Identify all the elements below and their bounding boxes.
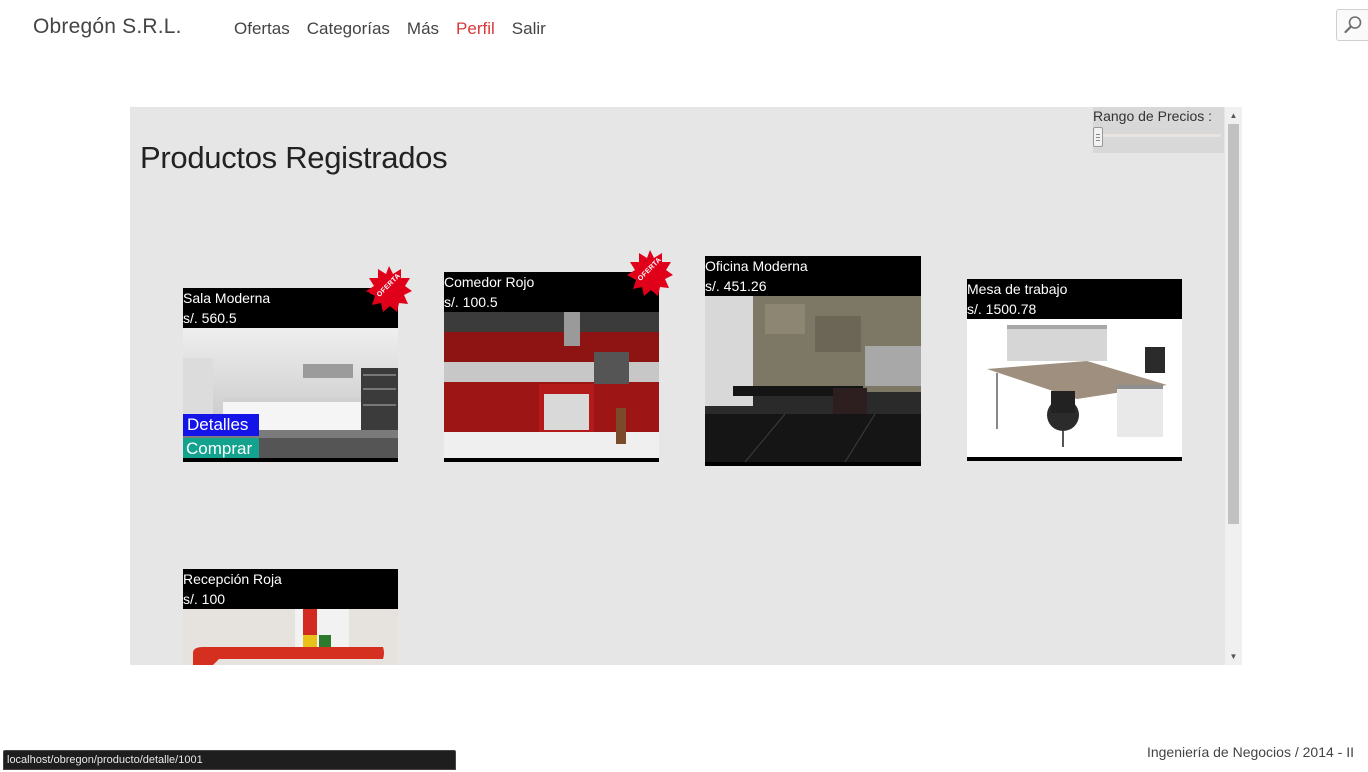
product-name: Mesa de trabajo: [967, 281, 1068, 297]
nav-ofertas[interactable]: Ofertas: [234, 19, 290, 39]
product-name: Oficina Moderna: [705, 258, 808, 274]
scroll-up-arrow-icon[interactable]: ▲: [1225, 107, 1242, 124]
card-footer: [444, 458, 659, 462]
price-range-filter: Rango de Precios :: [1093, 107, 1224, 153]
product-card-recepcion-roja[interactable]: Recepción Roja s/. 100: [183, 569, 398, 665]
products-panel: Productos Registrados Rango de Precios :…: [130, 107, 1242, 665]
nav-perfil[interactable]: Perfil: [456, 19, 495, 39]
product-image[interactable]: [705, 296, 921, 462]
scrollbar-thumb[interactable]: [1228, 124, 1239, 524]
product-image[interactable]: [444, 312, 659, 458]
red-kitchen-image: [444, 312, 659, 458]
product-card-mesa-de-trabajo[interactable]: Mesa de trabajo s/. 1500.78: [967, 279, 1182, 461]
product-header: Oficina Moderna s/. 451.26: [705, 256, 921, 296]
nav-categorias[interactable]: Categorías: [307, 19, 390, 39]
nav-salir[interactable]: Salir: [512, 19, 546, 39]
product-image[interactable]: [183, 609, 398, 665]
oferta-badge: OFERTA: [627, 250, 673, 296]
browser-status-url: localhost/obregon/producto/detalle/1001: [3, 750, 456, 770]
product-header: Recepción Roja s/. 100: [183, 569, 398, 609]
search-button[interactable]: [1336, 9, 1368, 41]
product-card-comedor-rojo[interactable]: Comedor Rojo s/. 100.5 OFERTA: [444, 250, 673, 462]
product-name: Recepción Roja: [183, 571, 282, 587]
oferta-badge: OFERTA: [366, 266, 412, 312]
reception-image: [183, 609, 398, 665]
product-image[interactable]: Detalles Comprar: [183, 328, 398, 458]
product-price: s/. 1500.78: [967, 301, 1037, 317]
nav-mas[interactable]: Más: [407, 19, 439, 39]
brand-logo[interactable]: Obregón S.R.L.: [33, 15, 182, 39]
price-range-label: Rango de Precios :: [1093, 108, 1213, 124]
card-footer: [967, 457, 1182, 461]
comprar-button[interactable]: Comprar: [183, 438, 259, 458]
product-price: s/. 451.26: [705, 278, 767, 294]
page-title: Productos Registrados: [140, 140, 448, 175]
card-footer: [183, 458, 398, 462]
office-image: [705, 296, 921, 462]
price-range-handle[interactable]: [1093, 127, 1103, 147]
page-footer: Ingeniería de Negocios / 2014 - II: [1146, 744, 1354, 760]
detalles-button[interactable]: Detalles: [183, 414, 259, 436]
scroll-down-arrow-icon[interactable]: ▼: [1225, 648, 1242, 665]
card-footer: [705, 462, 921, 466]
product-price: s/. 100: [183, 591, 226, 607]
product-image[interactable]: [967, 319, 1182, 457]
product-card-sala-moderna[interactable]: Sala Moderna s/. 560.5 Detalles Comprar …: [183, 266, 412, 462]
magnifier-icon: [1344, 16, 1362, 34]
panel-scrollbar[interactable]: ▲ ▼: [1225, 107, 1242, 665]
product-header: Mesa de trabajo s/. 1500.78: [967, 279, 1182, 319]
price-range-track[interactable]: [1097, 134, 1221, 137]
workstation-image: [967, 319, 1182, 457]
product-card-oficina-moderna[interactable]: Oficina Moderna s/. 451.26: [705, 256, 921, 466]
main-nav: Ofertas Categorías Más Perfil Salir: [234, 19, 563, 39]
